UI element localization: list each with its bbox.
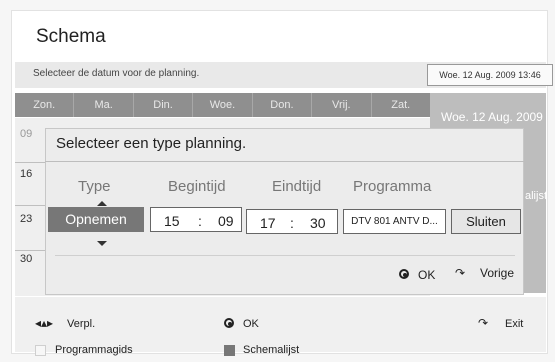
exit-label[interactable]: Exit (505, 318, 523, 330)
weekday-sat[interactable]: Zat. (372, 93, 430, 117)
grid-divider (15, 250, 45, 251)
start-minute[interactable]: 09 (218, 213, 234, 229)
date-prompt-text: Selecteer de datum voor de planning. (33, 68, 200, 79)
dialog-ok-label[interactable]: OK (418, 268, 435, 282)
page-title: Schema (36, 26, 106, 47)
end-colon: : (290, 215, 294, 231)
calendar-day-cell[interactable]: 23 (20, 213, 32, 225)
navigate-arrows-icon: ◂▴▸ (35, 316, 54, 330)
start-time-column-label: Begintijd (168, 178, 226, 195)
current-date-box: Woe. 12 Aug. 2009 13:46 (427, 64, 553, 86)
end-hour[interactable]: 17 (260, 215, 276, 231)
program-selector[interactable]: DTV 801 ANTV D... (343, 209, 446, 234)
end-minute[interactable]: 30 (310, 215, 326, 231)
program-column-label: Programma (353, 178, 432, 195)
exit-icon: ↷ (478, 316, 489, 330)
footer-ok-label: OK (243, 318, 259, 330)
dialog-divider (45, 161, 524, 162)
weekday-wed[interactable]: Woe. (193, 93, 253, 117)
calendar-day-cell[interactable]: 16 (20, 168, 32, 180)
programguide-legend-swatch (35, 345, 46, 356)
type-down-arrow-icon[interactable] (97, 241, 107, 246)
schedulelist-legend-swatch (224, 345, 235, 356)
type-up-arrow-icon[interactable] (97, 201, 107, 206)
side-panel-date: Woe. 12 Aug. 2009 (441, 110, 543, 124)
type-column-label: Type (78, 178, 111, 195)
end-time-column-label: Eindtijd (272, 178, 322, 195)
grid-divider (15, 162, 45, 163)
dialog-footer-divider (55, 255, 515, 256)
start-hour[interactable]: 15 (164, 213, 180, 229)
weekday-tue[interactable]: Din. (134, 93, 194, 117)
close-button[interactable]: Sluiten (451, 209, 521, 234)
weekday-sun[interactable]: Zon. (15, 93, 75, 117)
weekday-mon[interactable]: Ma. (74, 93, 134, 117)
dialog-title: Selecteer een type planning. (56, 135, 247, 152)
ok-button-icon (399, 269, 409, 279)
dialog-back-label[interactable]: Vorige (480, 266, 514, 280)
schedulelist-legend-label: Schemalijst (243, 344, 300, 356)
side-panel-label: alijst (525, 190, 548, 202)
weekday-fri[interactable]: Vrij. (312, 93, 372, 117)
move-label: Verpl. (67, 318, 96, 330)
calendar-day-cell[interactable]: 09 (20, 128, 32, 140)
weekday-header: Zon. Ma. Din. Woe. Don. Vrij. Zat. (15, 93, 430, 117)
weekday-thu[interactable]: Don. (253, 93, 313, 117)
back-icon: ↷ (455, 266, 466, 280)
programguide-legend-label: Programmagids (55, 344, 133, 356)
calendar-day-cell[interactable]: 30 (20, 253, 32, 265)
grid-divider (15, 205, 45, 206)
ok-icon (224, 318, 234, 328)
start-colon: : (198, 213, 202, 229)
type-selector[interactable]: Opnemen (48, 207, 144, 232)
